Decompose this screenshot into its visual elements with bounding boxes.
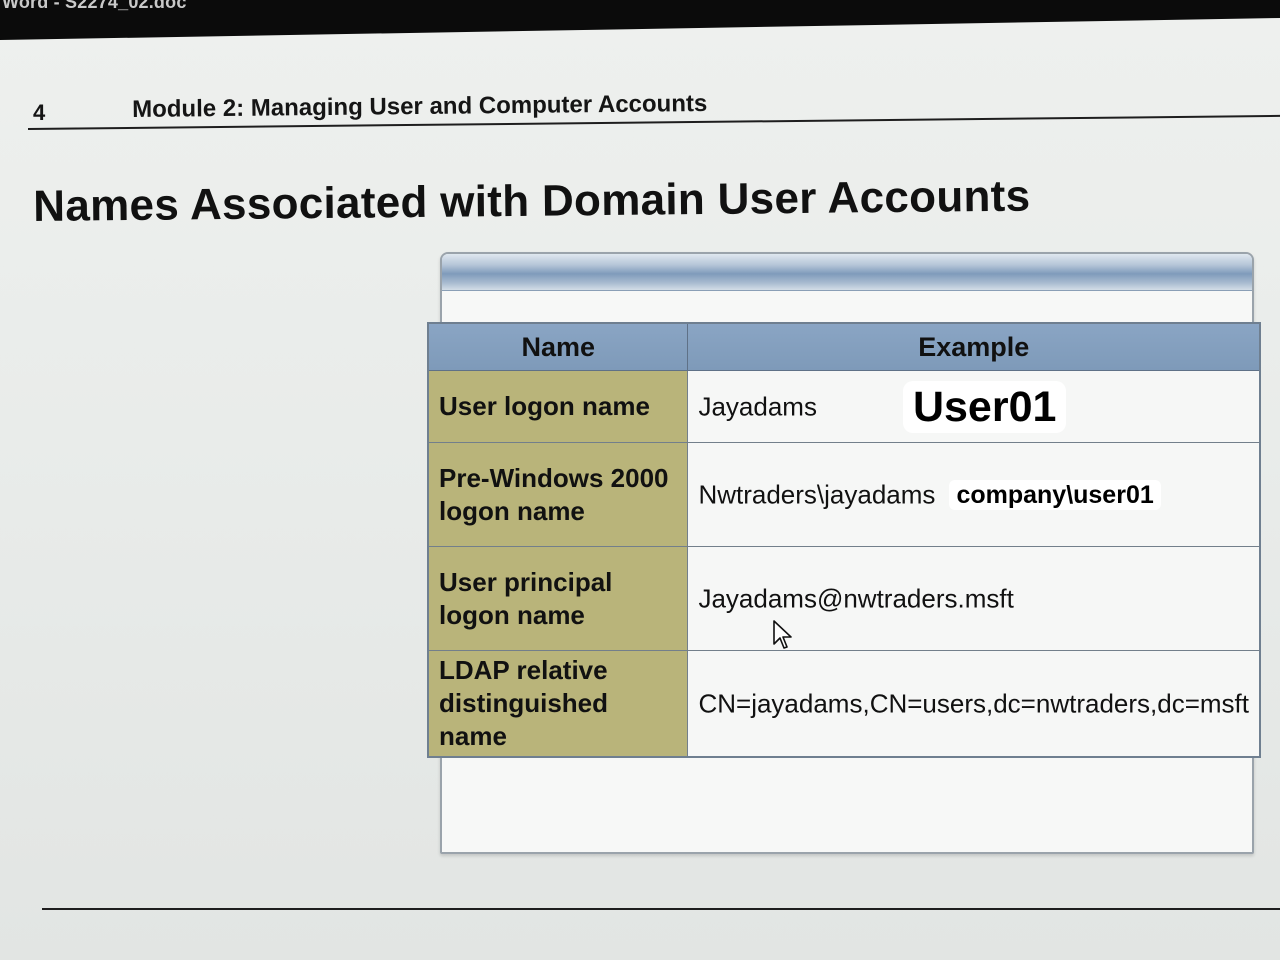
page-number: 4 [33,100,46,125]
table-row: Pre-Windows 2000 logon name Nwtraders\ja… [427,442,1261,547]
overlay-label-company-user01: company\user01 [949,480,1161,511]
example-value: Jayadams@nwtraders.msft [698,583,1014,614]
module-title: Module 2: Managing User and Computer Acc… [132,89,708,123]
table-row: User principal logon name Jayadams@nwtra… [427,546,1261,651]
example-cell: Jayadams User01 [687,370,1261,443]
name-cell: User principal logon name [427,546,689,651]
example-value: Nwtraders\jayadams [698,479,936,510]
mouse-pointer-icon [773,620,792,649]
names-table: Name Example User logon name Jayadams Use… [427,322,1261,758]
column-header-name: Name [427,322,689,371]
window-title: Word - S2274_02.doc [2,0,187,12]
example-value: Jayadams [698,391,817,421]
overlay-label-user01: User01 [902,380,1067,433]
footer-divider [42,908,1280,910]
table-row: User logon name Jayadams User01 [427,370,1261,443]
example-value: CN=jayadams,CN=users,dc=nwtraders,dc=msf… [698,688,1249,719]
name-cell: LDAP relative distinguished name [427,650,689,757]
window-title-bar: Word - S2274_02.doc [0,0,1280,40]
name-cell: User logon name [427,370,689,443]
example-cell: CN=jayadams,CN=users,dc=nwtraders,dc=msf… [687,650,1261,757]
slide-title-bar [442,254,1252,291]
table-row: LDAP relative distinguished name CN=jaya… [427,650,1261,757]
slide-title: Names Associated with Domain User Accoun… [33,171,1031,231]
column-header-example: Example [687,322,1261,371]
example-cell: Nwtraders\jayadams company\user01 [687,442,1261,547]
name-cell: Pre-Windows 2000 logon name [427,442,689,547]
table-header-row: Name Example [427,322,1261,371]
